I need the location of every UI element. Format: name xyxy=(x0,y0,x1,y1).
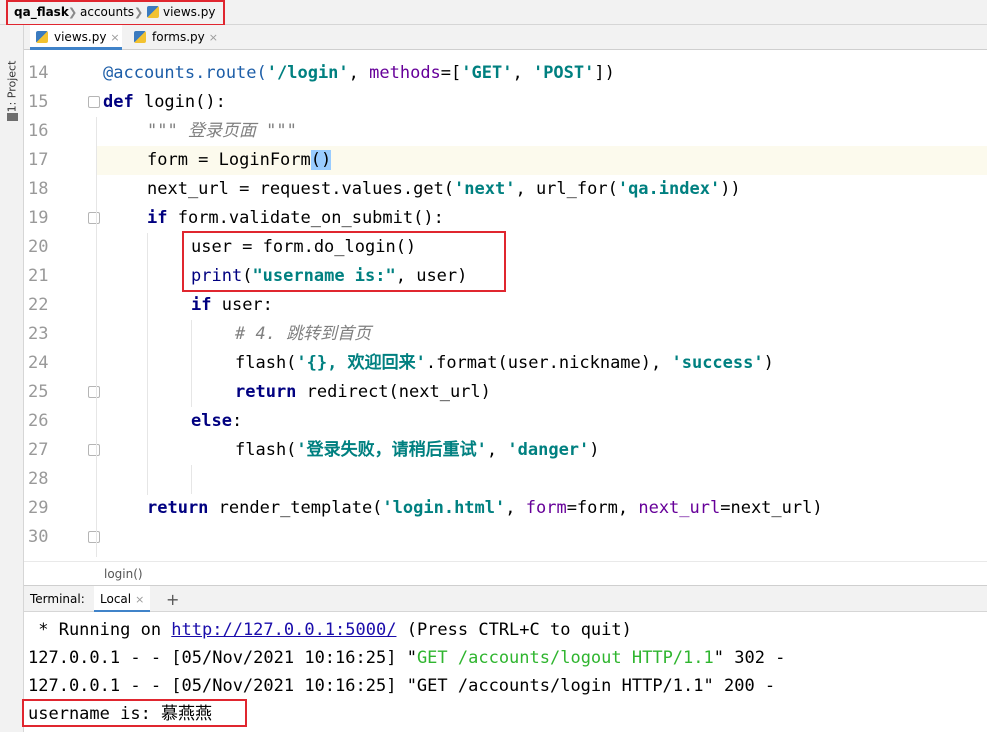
highlight-box-code xyxy=(182,231,506,292)
python-file-icon xyxy=(36,31,48,43)
highlight-box-breadcrumb xyxy=(6,0,225,26)
code-line-27: flash('登录失败，请稍后重试', 'danger') xyxy=(235,440,600,460)
line-number: 26 xyxy=(28,411,49,431)
line-number: 27 xyxy=(28,440,49,460)
indent-guide xyxy=(191,320,192,407)
code-line-26: else: xyxy=(191,411,243,431)
code-editor[interactable]: 14 15 16 17 18 19 20 21 22 23 24 25 26 2… xyxy=(24,51,987,561)
code-line-17: form = LoginForm() xyxy=(147,150,332,170)
close-icon[interactable]: × xyxy=(135,593,144,606)
fold-marker-icon[interactable] xyxy=(88,531,100,543)
editor-tab-bar: views.py × forms.py × xyxy=(24,25,987,50)
line-number: 29 xyxy=(28,498,49,518)
code-line-14: @accounts.route('/login', methods=['GET'… xyxy=(103,63,615,83)
add-terminal-button[interactable]: + xyxy=(166,586,179,613)
indent-guide xyxy=(147,233,148,495)
line-number: 21 xyxy=(28,266,49,286)
line-number: 20 xyxy=(28,237,49,257)
terminal-tab-local[interactable]: Local × xyxy=(94,586,151,613)
python-file-icon xyxy=(134,31,146,43)
line-number: 24 xyxy=(28,353,49,373)
close-icon[interactable]: × xyxy=(209,31,218,44)
line-number: 18 xyxy=(28,179,49,199)
code-line-29: return render_template('login.html', for… xyxy=(147,498,823,518)
terminal-label: Terminal: xyxy=(30,592,85,606)
indent-guide xyxy=(191,465,192,494)
terminal-line: 127.0.0.1 - - [05/Nov/2021 10:16:25] "GE… xyxy=(28,676,776,696)
project-tool-label: 1: Project xyxy=(5,60,19,113)
tab-forms-py[interactable]: forms.py × xyxy=(128,25,220,50)
terminal-header: Terminal: Local × + xyxy=(24,585,987,613)
code-line-22: if user: xyxy=(191,295,273,315)
line-number: 15 xyxy=(28,92,49,112)
line-number: 25 xyxy=(28,382,49,402)
code-line-24: flash('{}, 欢迎回来'.format(user.nickname), … xyxy=(235,353,774,373)
tab-views-py[interactable]: views.py × xyxy=(30,25,122,50)
line-number: 19 xyxy=(28,208,49,228)
folder-icon xyxy=(7,113,18,121)
terminal-tab-label: Local xyxy=(100,592,132,606)
code-line-15: def login(): xyxy=(103,92,226,112)
line-number: 17 xyxy=(28,150,49,170)
fold-marker-icon[interactable] xyxy=(88,444,100,456)
code-line-25: return redirect(next_url) xyxy=(235,382,491,402)
function-breadcrumb[interactable]: login() xyxy=(104,562,143,586)
line-number: 28 xyxy=(28,469,49,489)
line-number: 30 xyxy=(28,527,49,547)
tab-label: forms.py xyxy=(152,30,205,44)
indent-guide xyxy=(96,117,97,557)
terminal-line: * Running on http://127.0.0.1:5000/ (Pre… xyxy=(28,620,632,640)
line-number: 16 xyxy=(28,121,49,141)
code-line-16: """ 登录页面 """ xyxy=(147,121,297,141)
fold-marker-icon[interactable] xyxy=(88,386,100,398)
code-line-18: next_url = request.values.get('next', ur… xyxy=(147,179,741,199)
code-line-23: # 4. 跳转到首页 xyxy=(235,324,372,344)
highlight-box-terminal xyxy=(22,699,247,727)
line-number: 14 xyxy=(28,63,49,83)
tool-window-stripe: 1: Project e xyxy=(0,25,24,732)
editor-breadcrumb-bar: login() xyxy=(24,561,987,585)
fold-marker-icon[interactable] xyxy=(88,96,100,108)
server-url-link[interactable]: http://127.0.0.1:5000/ xyxy=(171,620,396,640)
tab-label: views.py xyxy=(54,30,107,44)
close-icon[interactable]: × xyxy=(110,31,119,44)
fold-marker-icon[interactable] xyxy=(88,212,100,224)
line-number: 23 xyxy=(28,324,49,344)
line-number: 22 xyxy=(28,295,49,315)
terminal-line: 127.0.0.1 - - [05/Nov/2021 10:16:25] "GE… xyxy=(28,648,786,668)
code-line-19: if form.validate_on_submit(): xyxy=(147,208,444,228)
